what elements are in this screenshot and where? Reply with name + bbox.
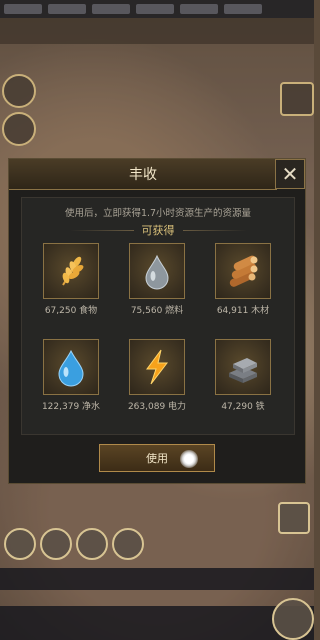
use-button-label: 使用 [146, 452, 168, 465]
obtain-label: 可获得 [141, 224, 175, 237]
resource-label-wood: 64,911 木材 [216, 306, 270, 316]
water-drop-icon [58, 349, 84, 387]
bottom-nav-bar[interactable] [0, 606, 314, 640]
bottom-action-icon[interactable] [4, 528, 36, 560]
resource-label-iron: 47,290 铁 [221, 402, 265, 412]
use-button[interactable]: 使用 [99, 444, 215, 472]
world-map-icon[interactable] [272, 598, 314, 640]
tap-indicator-icon [180, 450, 198, 468]
resource-top-bar [0, 0, 314, 18]
fuel-drop-icon [145, 254, 169, 290]
bottom-action-icon[interactable] [40, 528, 72, 560]
side-menu-icon[interactable] [2, 112, 36, 146]
top-resource-slot [48, 4, 86, 14]
resource-label-food: 67,250 食物 [44, 306, 98, 316]
resource-tile-wood [215, 243, 271, 299]
iron-ingot-icon [229, 358, 257, 383]
top-status-bar [0, 18, 314, 44]
harvest-dialog: 丰收 ✕ 使用后，立即获得1.7小时资源生产的资源量 可获得 67,250 食物… [8, 158, 306, 484]
bottom-action-icon[interactable] [112, 528, 144, 560]
resource-tile-power [129, 339, 185, 395]
resource-tile-iron [215, 339, 271, 395]
top-resource-slot [224, 4, 262, 14]
wheat-icon [62, 256, 84, 286]
bottom-action-icon[interactable] [76, 528, 108, 560]
dialog-title: 丰收 [129, 167, 157, 183]
top-resource-slot [136, 4, 174, 14]
top-resource-slot [92, 4, 130, 14]
wood-logs-icon [229, 255, 258, 287]
resource-label-water: 122,379 净水 [41, 402, 101, 412]
dialog-title-bar: 丰收 [9, 159, 277, 190]
obtain-header: 可获得 [9, 223, 307, 237]
resource-tile-food [43, 243, 99, 299]
close-icon: ✕ [281, 162, 299, 186]
chat-strip[interactable] [0, 568, 314, 590]
divider [182, 229, 247, 231]
item-description: 使用后，立即获得1.7小时资源生产的资源量 [64, 208, 252, 219]
event-icon[interactable] [280, 82, 314, 116]
close-button[interactable]: ✕ [275, 159, 305, 189]
resource-tile-water [43, 339, 99, 395]
resource-label-fuel: 75,560 燃料 [130, 306, 184, 316]
top-resource-slot [180, 4, 218, 14]
side-menu-icon[interactable] [2, 74, 36, 108]
lightning-icon [146, 349, 169, 385]
divider [69, 229, 134, 231]
resource-tile-fuel [129, 243, 185, 299]
top-resource-slot [4, 4, 42, 14]
resource-label-power: 263,089 电力 [127, 402, 187, 412]
side-panel-icon[interactable] [278, 502, 310, 534]
